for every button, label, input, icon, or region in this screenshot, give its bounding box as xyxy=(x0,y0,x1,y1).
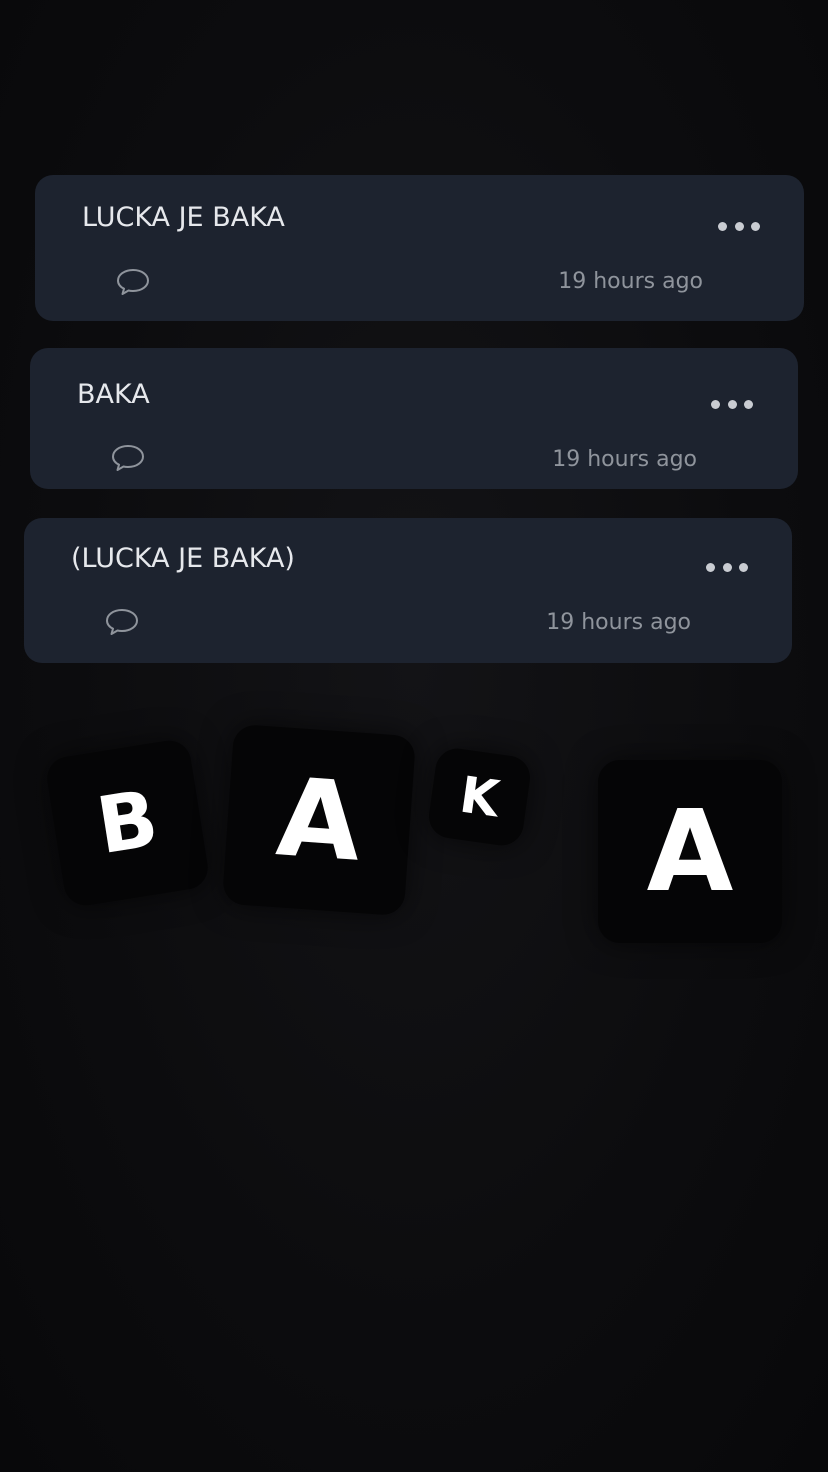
comment-bubble-icon[interactable] xyxy=(104,607,140,637)
post-timestamp: 19 hours ago xyxy=(558,269,703,294)
post-card[interactable]: BAKA 19 hours ago xyxy=(30,348,798,489)
more-options-button[interactable] xyxy=(706,559,748,575)
more-horizontal-icon xyxy=(706,562,715,572)
comment-bubble-icon[interactable] xyxy=(110,443,146,473)
letter-sticker: B xyxy=(44,737,211,909)
letter-sticker: A xyxy=(221,723,417,917)
post-timestamp: 19 hours ago xyxy=(552,447,697,472)
letter-sticker: A xyxy=(598,760,782,943)
post-card[interactable]: LUCKA JE BAKA 19 hours ago xyxy=(35,175,804,321)
post-timestamp: 19 hours ago xyxy=(546,610,691,635)
post-card[interactable]: (LUCKA JE BAKA) 19 hours ago xyxy=(24,518,792,663)
more-horizontal-icon xyxy=(711,399,720,409)
more-options-button[interactable] xyxy=(718,218,760,234)
post-title: BAKA xyxy=(77,379,150,410)
more-horizontal-icon xyxy=(718,221,727,231)
comment-bubble-icon[interactable] xyxy=(115,267,151,297)
more-options-button[interactable] xyxy=(711,396,753,412)
letter-sticker: K xyxy=(426,745,533,849)
post-title: LUCKA JE BAKA xyxy=(82,202,285,233)
post-title: (LUCKA JE BAKA) xyxy=(71,543,295,574)
